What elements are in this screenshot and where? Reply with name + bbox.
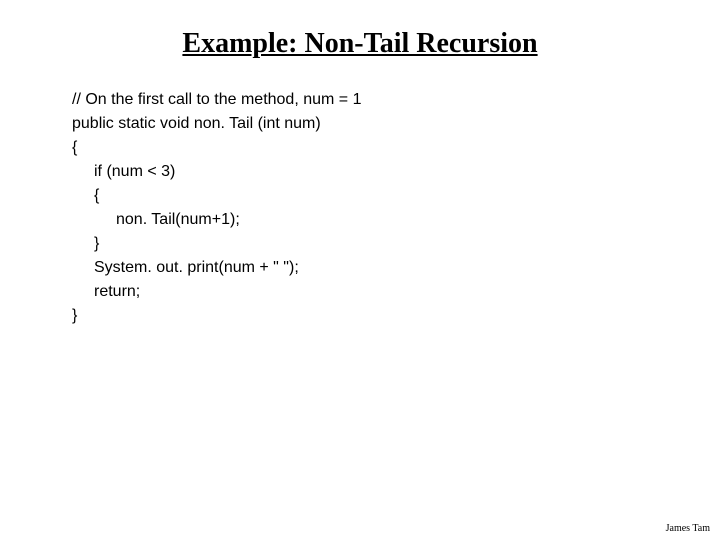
code-line: return; <box>72 280 720 304</box>
code-line: } <box>72 232 720 256</box>
code-block: // On the first call to the method, num … <box>72 88 720 328</box>
code-line: // On the first call to the method, num … <box>72 88 720 112</box>
code-line: public static void non. Tail (int num) <box>72 112 720 136</box>
code-line: System. out. print(num + " "); <box>72 256 720 280</box>
code-line: if (num < 3) <box>72 160 720 184</box>
page-title: Example: Non-Tail Recursion <box>0 0 720 60</box>
code-line: { <box>72 136 720 160</box>
code-line: { <box>72 184 720 208</box>
code-line: non. Tail(num+1); <box>72 208 720 232</box>
footer-author: James Tam <box>666 523 710 534</box>
code-line: } <box>72 304 720 328</box>
